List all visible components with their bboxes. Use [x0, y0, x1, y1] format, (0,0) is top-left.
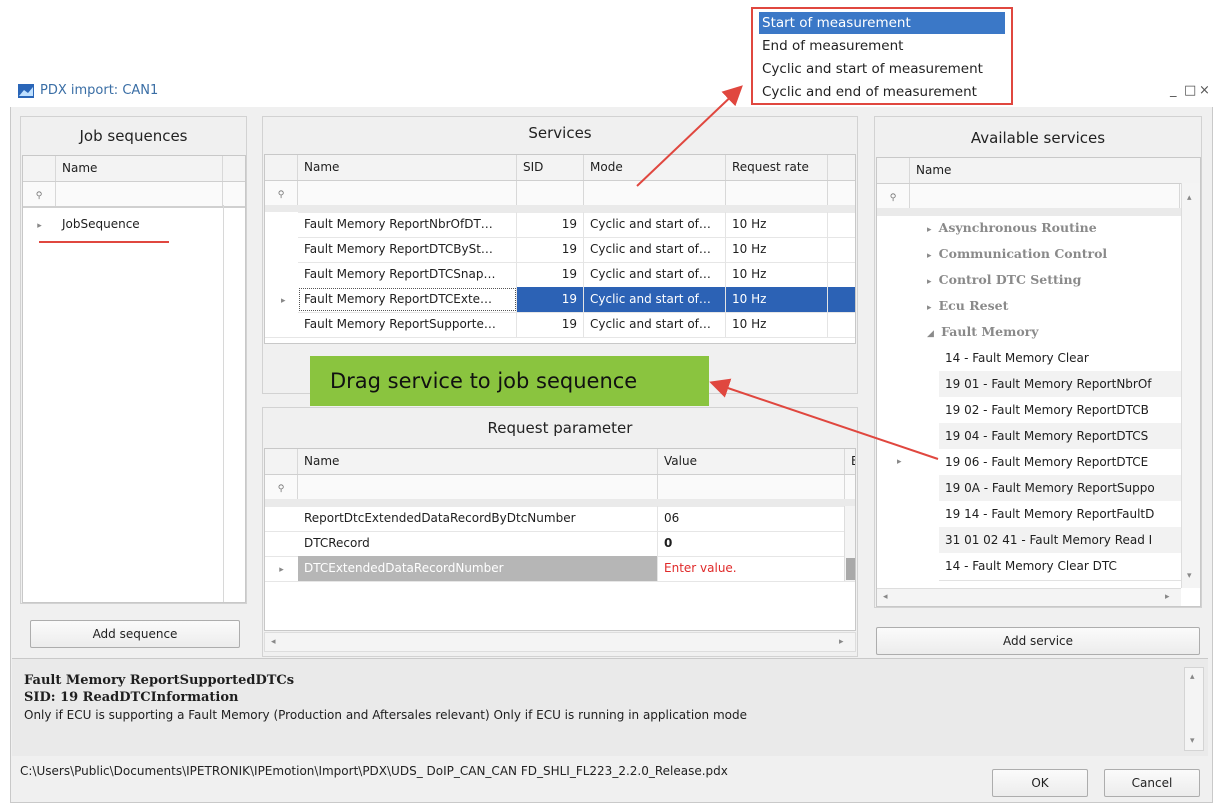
drag-arrow — [709, 378, 939, 460]
mode-arrow — [636, 85, 743, 187]
annotation-arrows — [636, 85, 939, 460]
